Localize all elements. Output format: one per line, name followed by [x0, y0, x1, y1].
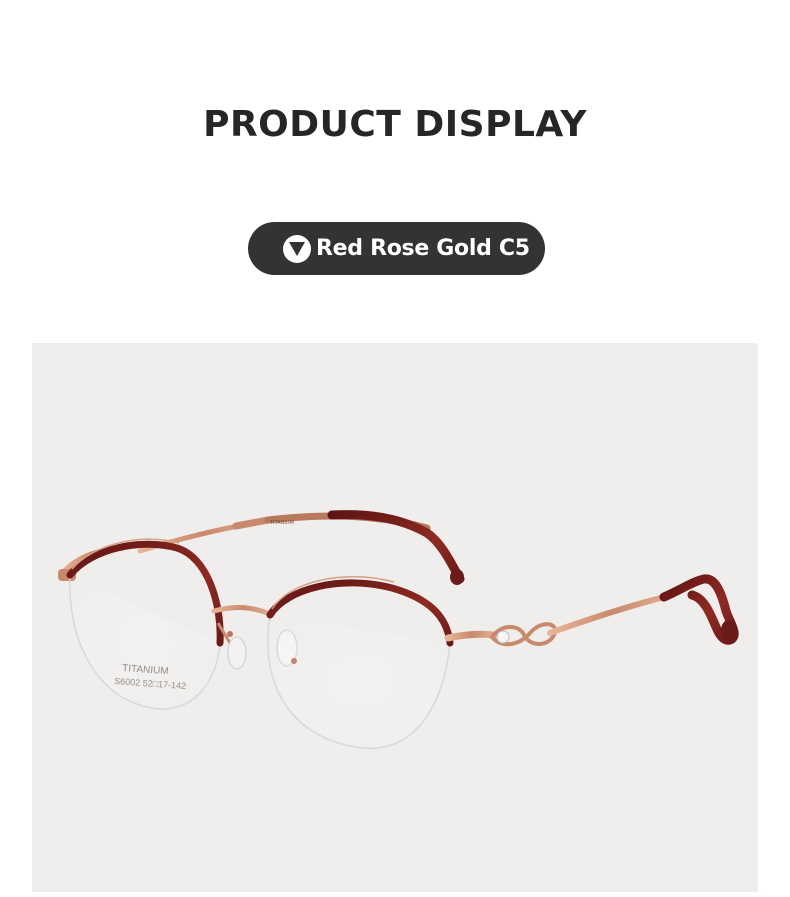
- eyeglasses-illustration: TITANIUM TITANIUM S6002 52□17-142: [58, 510, 739, 749]
- right-lens: [266, 576, 454, 749]
- front-temple: [547, 574, 739, 645]
- color-variant-label: Red Rose Gold C5: [316, 236, 530, 261]
- right-hinge: [444, 622, 558, 647]
- page-title: PRODUCT DISPLAY: [203, 104, 587, 145]
- temple-print: TITANIUM: [269, 520, 294, 526]
- left-lens: TITANIUM S6002 52□17-142: [66, 538, 224, 710]
- color-variant-badge: Red Rose Gold C5: [248, 222, 545, 275]
- product-photo: TITANIUM TITANIUM S6002 52□17-142: [32, 343, 758, 892]
- triangle-down-icon: [283, 234, 311, 263]
